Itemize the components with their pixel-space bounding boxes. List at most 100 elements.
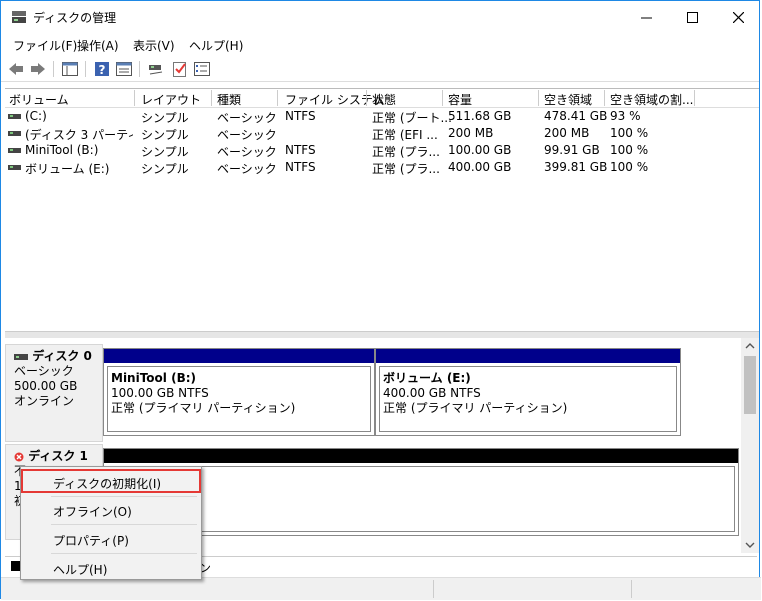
toolbar-separator xyxy=(85,61,86,77)
column-divider[interactable] xyxy=(442,90,443,106)
view-button[interactable] xyxy=(115,60,133,78)
column-divider[interactable] xyxy=(366,90,367,106)
column-divider[interactable] xyxy=(277,90,278,106)
column-header: ボリューム レイアウト 種類 ファイル システム 状態 容量 空き領域 空き領域… xyxy=(5,89,759,108)
help-button[interactable]: ? xyxy=(93,60,111,78)
volume-list: ボリューム レイアウト 種類 ファイル システム 状態 容量 空き領域 空き領域… xyxy=(5,88,759,332)
status-divider xyxy=(433,580,434,598)
menu-item-properties[interactable]: プロパティ(P) xyxy=(21,526,201,552)
partition-size: 400.00 GB NTFS xyxy=(383,386,481,400)
cell-volume: ボリューム (E:) xyxy=(25,162,110,176)
disk-0-title: ディスク 0 xyxy=(32,349,92,363)
toolbar-separator xyxy=(53,61,54,77)
menu-item-help[interactable]: ヘルプ(H) xyxy=(21,555,201,581)
properties-button[interactable] xyxy=(193,60,211,78)
vertical-scrollbar[interactable] xyxy=(741,338,759,553)
column-capacity[interactable]: 容量 xyxy=(448,91,472,108)
disk-1-title: ディスク 1 xyxy=(28,449,88,463)
partition-body: ボリューム (E:) 400.00 GB NTFS 正常 (プライマリ パーティ… xyxy=(379,366,677,432)
partition-status: 正常 (プライマリ パーティション) xyxy=(383,401,568,415)
cell-filesystem: NTFS xyxy=(285,160,316,174)
table-row[interactable]: MiniTool (B:) シンプル ベーシック NTFS 正常 (プラ... … xyxy=(5,142,759,159)
cell-free-space: 200 MB xyxy=(544,126,590,140)
table-row[interactable]: ボリューム (E:) シンプル ベーシック NTFS 正常 (プラ... 400… xyxy=(5,159,759,176)
connect-button[interactable] xyxy=(147,60,165,78)
menu-item-label: プロパティ(P) xyxy=(53,534,129,548)
column-type[interactable]: 種類 xyxy=(217,91,241,108)
help-icon: ? xyxy=(95,62,109,77)
volume-icon xyxy=(8,165,21,170)
cell-layout: シンプル xyxy=(141,162,189,176)
cell-status: 正常 (EFI ... xyxy=(372,128,438,142)
column-divider[interactable] xyxy=(134,90,135,106)
cell-free-percent: 100 % xyxy=(610,126,649,140)
cell-free-percent: 93 % xyxy=(610,109,641,123)
toolbar-separator xyxy=(139,61,140,77)
partition-name: ボリューム (E:) xyxy=(383,371,471,385)
back-button[interactable] xyxy=(7,60,25,78)
cell-status: 正常 (プラ... xyxy=(372,162,440,176)
scroll-down-icon[interactable] xyxy=(745,541,755,549)
partition-size: 100.00 GB NTFS xyxy=(111,386,209,400)
arrow-left-icon xyxy=(9,63,23,75)
partition-volume-e[interactable]: ボリューム (E:) 400.00 GB NTFS 正常 (プライマリ パーティ… xyxy=(375,348,681,436)
cell-free-space: 99.91 GB xyxy=(544,143,600,157)
menu-view[interactable]: 表示(V) xyxy=(133,37,175,54)
disk-0-type: ベーシック xyxy=(14,364,74,378)
menu-help[interactable]: ヘルプ(H) xyxy=(189,37,243,54)
table-row[interactable]: (ディスク 3 パーティシ... シンプル ベーシック 正常 (EFI ... … xyxy=(5,125,759,142)
forward-button[interactable] xyxy=(29,60,47,78)
cell-status: 正常 (プラ... xyxy=(372,145,440,159)
partition-minitool[interactable]: MiniTool (B:) 100.00 GB NTFS 正常 (プライマリ パ… xyxy=(103,348,375,436)
minimize-button[interactable] xyxy=(623,1,669,33)
cell-free-space: 399.81 GB xyxy=(544,160,608,174)
cell-filesystem: NTFS xyxy=(285,109,316,123)
toolbar: ? xyxy=(1,57,759,82)
column-divider[interactable] xyxy=(211,90,212,106)
cell-status: 正常 (ブート... xyxy=(372,111,452,125)
cell-volume: (ディスク 3 パーティシ... xyxy=(25,128,133,142)
cell-type: ベーシック xyxy=(217,145,277,159)
cell-volume: (C:) xyxy=(25,109,47,123)
scrollbar-thumb[interactable] xyxy=(744,356,756,414)
menu-item-offline[interactable]: オフライン(O) xyxy=(21,497,201,523)
column-layout[interactable]: レイアウト xyxy=(141,91,201,108)
drive-connect-icon xyxy=(149,65,163,75)
column-free-space[interactable]: 空き領域 xyxy=(544,91,592,108)
disk-0-label[interactable]: ディスク 0 ベーシック 500.00 GB オンライン xyxy=(5,344,103,442)
column-divider[interactable] xyxy=(604,90,605,106)
menu-bar: ファイル(F) 操作(A) 表示(V) ヘルプ(H) xyxy=(1,34,759,56)
menu-action[interactable]: 操作(A) xyxy=(77,37,119,54)
window-view-icon xyxy=(116,62,132,76)
maximize-button[interactable] xyxy=(669,1,715,33)
column-volume[interactable]: ボリューム xyxy=(9,91,69,108)
partition-status: 正常 (プライマリ パーティション) xyxy=(111,401,296,415)
volume-icon xyxy=(8,131,21,136)
menu-file[interactable]: ファイル(F) xyxy=(13,37,77,54)
minimize-icon xyxy=(640,17,652,18)
scroll-up-icon[interactable] xyxy=(745,342,755,350)
menu-item-label: オフライン(O) xyxy=(53,505,132,519)
volume-icon xyxy=(8,114,21,119)
column-status[interactable]: 状態 xyxy=(372,91,396,108)
column-divider[interactable] xyxy=(694,90,695,106)
title-bar: ディスクの管理 xyxy=(1,1,759,33)
show-hide-tree-button[interactable] xyxy=(61,60,79,78)
cell-layout: シンプル xyxy=(141,128,189,142)
cell-capacity: 200 MB xyxy=(448,126,494,140)
disk-management-window: ディスクの管理 ファイル(F) 操作(A) 表示(V) ヘルプ(H) ? ボリュ… xyxy=(0,0,761,600)
column-free-percent[interactable]: 空き領域の割... xyxy=(610,91,693,108)
pane-splitter[interactable] xyxy=(5,331,759,338)
column-divider[interactable] xyxy=(538,90,539,106)
menu-item-label: ヘルプ(H) xyxy=(53,563,108,577)
cell-type: ベーシック xyxy=(217,111,277,125)
partition-bar xyxy=(104,349,374,363)
close-button[interactable] xyxy=(715,1,761,33)
column-filesystem[interactable]: ファイル システム xyxy=(285,91,384,108)
properties-list-icon xyxy=(194,62,210,76)
check-button[interactable] xyxy=(171,60,189,78)
disk-management-app-icon xyxy=(12,11,26,23)
disk-error-icon xyxy=(14,452,24,461)
status-divider xyxy=(631,580,632,598)
table-row[interactable]: (C:) シンプル ベーシック NTFS 正常 (ブート... 511.68 G… xyxy=(5,108,759,125)
